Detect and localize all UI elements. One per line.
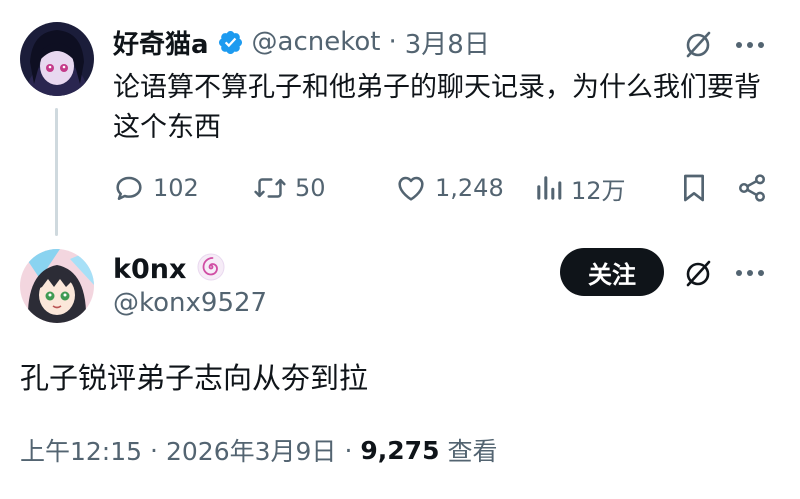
like-button[interactable]: 1,248: [395, 172, 535, 204]
reply-button[interactable]: 102: [113, 172, 253, 204]
grok-icon[interactable]: [680, 255, 716, 291]
handle[interactable]: @konx9527: [113, 288, 267, 318]
post-time[interactable]: 上午12:15: [20, 432, 142, 468]
separator: ·: [388, 27, 397, 57]
reply-header: k0nx: [113, 249, 226, 289]
retweet-count: 50: [295, 174, 326, 202]
tweet-meta: 上午12:15 · 2026年3月9日 · 9,275 查看: [20, 432, 497, 468]
reply-count: 102: [153, 174, 199, 202]
tweet-text: 论语算不算孔子和他弟子的聊天记录，为什么我们要背这个东西: [113, 72, 761, 143]
tweet-date[interactable]: 3月8日: [405, 24, 490, 61]
grok-icon[interactable]: [680, 26, 716, 62]
retweet-button[interactable]: 50: [253, 172, 395, 204]
handle[interactable]: @acnekot: [252, 27, 381, 57]
separator: ·: [344, 435, 353, 465]
views-label: 查看: [447, 437, 498, 466]
avatar-image: [20, 22, 94, 96]
reply-text: 孔子锐评弟子志向从夯到拉: [20, 361, 369, 395]
views-icon: [535, 172, 563, 204]
post-date[interactable]: 2026年3月9日: [166, 432, 336, 468]
more-icon[interactable]: [732, 258, 768, 288]
verified-icon: [217, 29, 244, 56]
share-icon[interactable]: [729, 172, 775, 204]
avatar[interactable]: [20, 22, 94, 96]
retweet-icon: [253, 172, 287, 204]
avatar[interactable]: [20, 249, 94, 323]
separator: ·: [150, 435, 158, 465]
tweet-header: 好奇猫a @acnekot · 3月8日: [113, 24, 490, 60]
reply-icon: [113, 172, 145, 204]
avatar-image: [20, 249, 94, 323]
views-count: 12万: [571, 176, 626, 205]
bookmark-icon[interactable]: [671, 172, 717, 204]
follow-button[interactable]: 关注: [560, 248, 664, 296]
views-count: 9,275: [360, 435, 440, 465]
like-count: 1,248: [435, 174, 504, 202]
spiral-badge-icon: [196, 252, 226, 286]
views-button[interactable]: 12万: [535, 171, 671, 206]
display-name[interactable]: 好奇猫a: [113, 24, 209, 61]
thread-line: [55, 108, 58, 236]
tweet-actions: 102 50 1,248 12万: [113, 166, 783, 210]
more-icon[interactable]: [732, 30, 768, 60]
like-icon: [395, 172, 427, 204]
display-name[interactable]: k0nx: [113, 254, 186, 285]
